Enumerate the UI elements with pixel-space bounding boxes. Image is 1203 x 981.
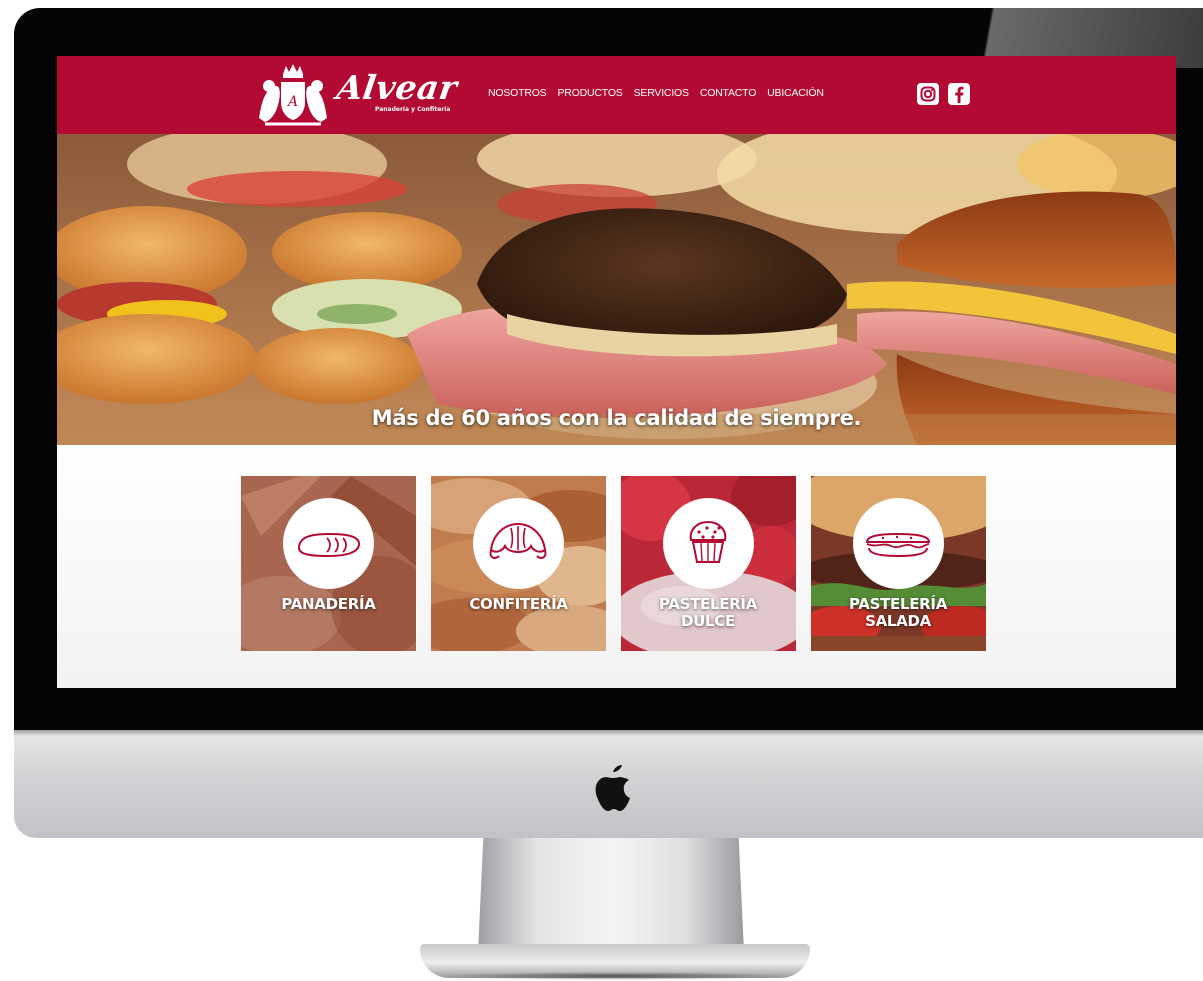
category-section: PANADERÍA CONFITERÍA PASTELERÍA DULCE PA…	[57, 445, 1176, 688]
category-tile-confiteria[interactable]: CONFITERÍA	[431, 476, 606, 651]
royal-crest-icon: A	[259, 64, 327, 126]
category-label: CONFITERÍA	[469, 595, 568, 613]
site-header: A Alvear Panadería y Confitería NOSOTROS…	[57, 56, 1176, 134]
facebook-icon[interactable]	[948, 83, 970, 105]
cupcake-icon	[663, 498, 754, 589]
nav-link-nosotros[interactable]: NOSOTROS	[488, 87, 547, 99]
category-label: PASTELERÍA SALADA	[848, 595, 948, 630]
nav-link-ubicacion[interactable]: UBICACIÓN	[767, 87, 824, 99]
croissant-icon	[473, 498, 564, 589]
nav-link-servicios[interactable]: SERVICIOS	[634, 87, 689, 99]
hero-food-image	[57, 134, 1176, 445]
brand-logo[interactable]: A Alvear Panadería y Confitería	[255, 62, 460, 128]
category-label: PANADERÍA	[281, 595, 376, 613]
svg-text:A: A	[286, 94, 298, 110]
apple-logo-icon	[595, 765, 630, 811]
nav-link-productos[interactable]: PRODUCTOS	[558, 87, 623, 99]
category-tile-pasteleria-salada[interactable]: PASTELERÍA SALADA	[811, 476, 986, 651]
main-nav: NOSOTROS PRODUCTOS SERVICIOS CONTACTO UB…	[488, 87, 835, 99]
hero-tagline: Más de 60 años con la calidad de siempre…	[371, 406, 862, 430]
sandwich-icon	[853, 498, 944, 589]
hero-banner: Más de 60 años con la calidad de siempre…	[57, 134, 1176, 445]
website-screen: A Alvear Panadería y Confitería NOSOTROS…	[57, 56, 1176, 688]
brand-name: Alvear	[334, 68, 460, 107]
instagram-icon[interactable]	[917, 83, 939, 105]
category-tile-pasteleria-dulce[interactable]: PASTELERÍA DULCE	[621, 476, 796, 651]
nav-link-contacto[interactable]: CONTACTO	[700, 87, 757, 99]
category-tile-panaderia[interactable]: PANADERÍA	[241, 476, 416, 651]
brand-tagline: Panadería y Confitería	[375, 106, 451, 113]
category-label: PASTELERÍA DULCE	[658, 595, 758, 630]
bread-icon	[283, 498, 374, 589]
imac-stand	[478, 838, 744, 952]
social-links	[917, 83, 970, 105]
